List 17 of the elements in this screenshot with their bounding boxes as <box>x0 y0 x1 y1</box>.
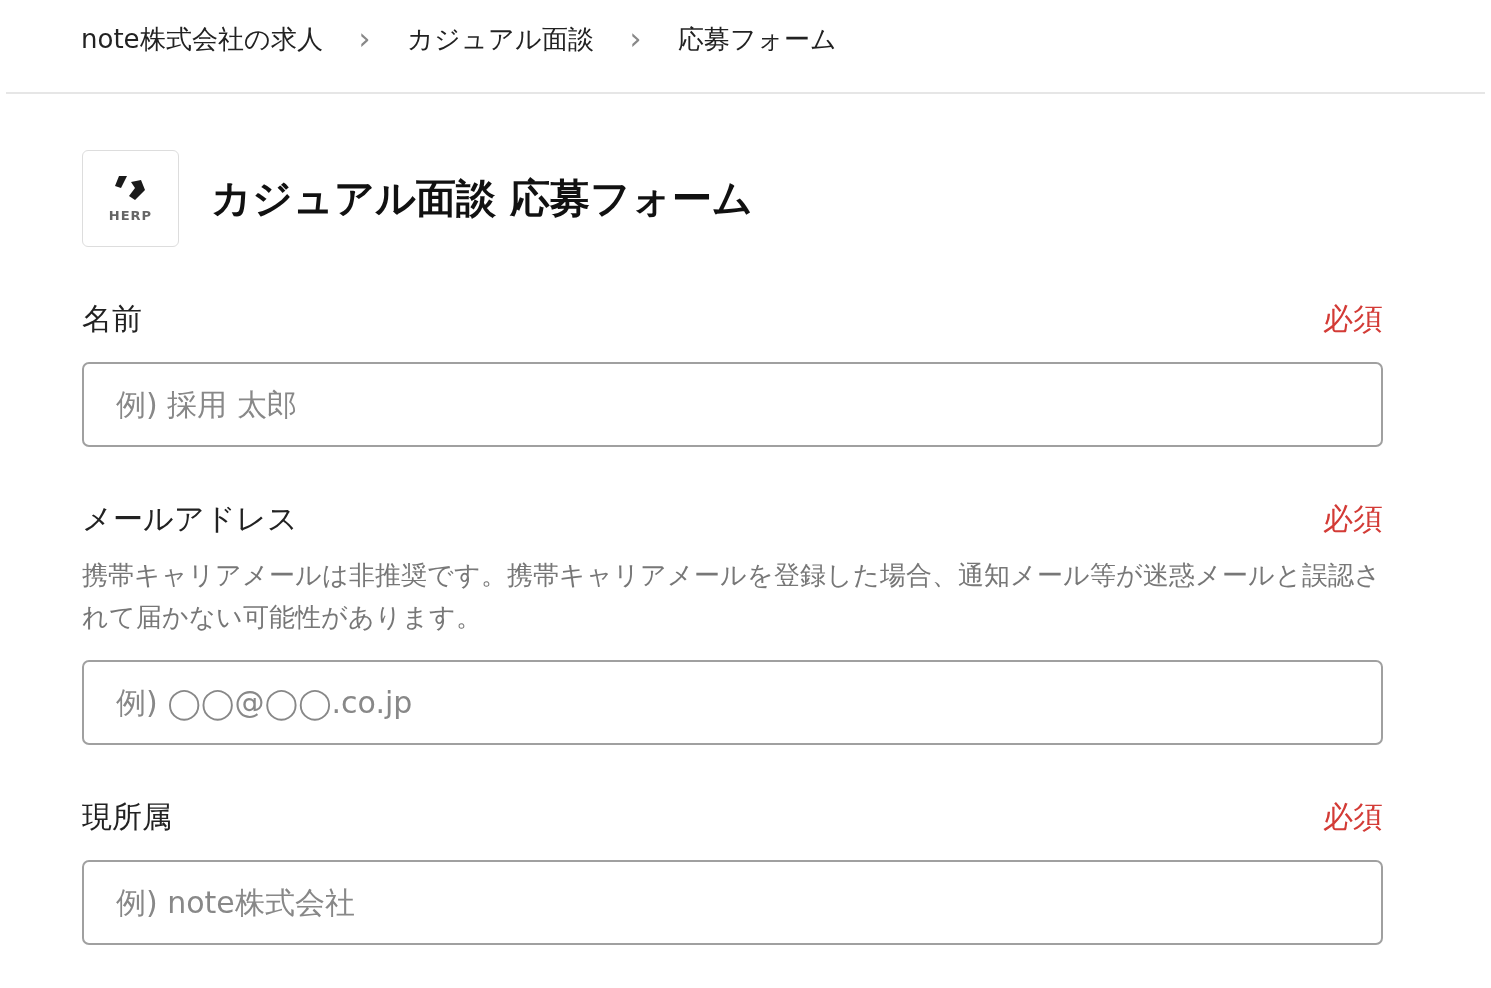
input-field[interactable]: 例) 採用 太郎 <box>82 362 1383 447</box>
breadcrumb-link[interactable]: 応募フォーム <box>677 21 837 57</box>
required-label: 必須 <box>1323 300 1383 338</box>
page-title: カジュアル面談 応募フォーム <box>211 174 753 223</box>
breadcrumb-link[interactable]: note株式会社の求人 <box>81 21 323 57</box>
breadcrumb-link[interactable]: カジュアル面談 <box>406 21 594 57</box>
input-field[interactable]: 例) note株式会社 <box>82 860 1383 945</box>
input-field[interactable]: 例) ◯◯@◯◯.co.jp <box>82 660 1383 745</box>
chevron-icon: › <box>358 24 371 54</box>
required-label: 必須 <box>1323 500 1383 538</box>
field-label: 現所属 <box>82 798 172 836</box>
field-label: 名前 <box>82 300 142 338</box>
chevron-icon: › <box>629 24 642 54</box>
field-label: メールアドレス <box>82 500 298 538</box>
help-text: 携帯キャリアメールは非推奨です。携帯キャリアメールを登録した場合、通知メール等が迷惑メールと誤認されて届かない可能性があります。 <box>82 559 1382 634</box>
required-label: 必須 <box>1323 798 1383 836</box>
logo-text: HERP <box>108 208 153 223</box>
